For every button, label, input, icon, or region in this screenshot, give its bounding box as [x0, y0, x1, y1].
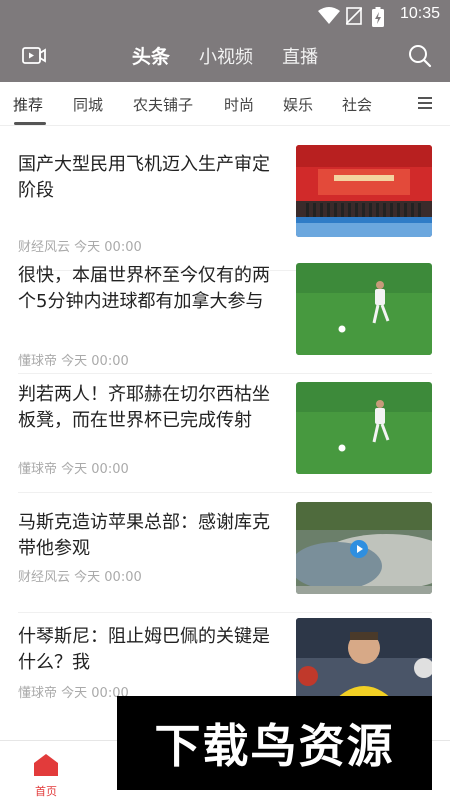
category-entertainment[interactable]: 娱乐: [283, 94, 313, 115]
tab-headlines[interactable]: 头条: [132, 42, 170, 69]
news-title[interactable]: 国产大型民用飞机迈入生产审定阶段: [18, 152, 280, 204]
battery-charging-icon: [372, 7, 384, 27]
category-farm-shop[interactable]: 农夫铺子: [133, 94, 193, 115]
news-time: 今天 00:00: [61, 462, 129, 477]
news-thumbnail[interactable]: [296, 382, 432, 474]
tab-live[interactable]: 直播: [282, 43, 318, 69]
category-fashion[interactable]: 时尚: [224, 94, 254, 115]
news-source: 懂球帝: [18, 462, 58, 477]
news-title[interactable]: 马斯克造访苹果总部：感谢库克带他参观: [18, 510, 280, 562]
nav-home-label: 首页: [35, 785, 57, 798]
play-icon[interactable]: [350, 540, 368, 558]
news-meta: 懂球帝 今天 00:00: [18, 350, 129, 369]
no-sim-icon: [346, 7, 362, 25]
news-time: 今天 00:00: [74, 240, 142, 255]
news-meta: 懂球帝 今天 00:00: [18, 458, 129, 477]
home-icon: [34, 754, 58, 776]
news-item[interactable]: 马斯克造访苹果总部：感谢库克带他参观 财经风云 今天 00:00: [18, 502, 432, 626]
news-title[interactable]: 很快，本届世界杯至今仅有的两个5分钟内进球都有加拿大参与: [18, 263, 280, 315]
news-time: 今天 00:00: [74, 570, 142, 585]
divider: [18, 612, 432, 613]
watermark-text: 下载鸟资源: [154, 719, 395, 773]
news-meta: 财经风云 今天 00:00: [18, 236, 142, 255]
stage-ceremony-image: [296, 145, 432, 237]
news-meta: 懂球帝 今天 00:00: [18, 682, 129, 701]
news-thumbnail[interactable]: [296, 145, 432, 237]
news-meta: 财经风云 今天 00:00: [18, 566, 142, 585]
category-local[interactable]: 同城: [73, 94, 103, 115]
category-society[interactable]: 社会: [342, 94, 372, 115]
nav-home[interactable]: 首页: [26, 753, 66, 799]
top-bar: 10:35 头条 小视频 直播: [0, 0, 450, 82]
news-source: 懂球帝: [18, 354, 58, 369]
divider: [18, 492, 432, 493]
divider: [18, 373, 432, 374]
news-item[interactable]: 很快，本届世界杯至今仅有的两个5分钟内进球都有加拿大参与 懂球帝 今天 00:0…: [18, 263, 432, 379]
news-title[interactable]: 什琴斯尼：阻止姆巴佩的关键是什么？我: [18, 624, 280, 676]
news-title[interactable]: 判若两人！齐耶赫在切尔西枯坐板凳，而在世界杯已完成传射: [18, 382, 280, 434]
soccer-player-image: [296, 382, 432, 474]
tab-short-video[interactable]: 小视频: [199, 43, 253, 69]
soccer-player-image: [296, 263, 432, 355]
active-category-indicator: [14, 122, 46, 125]
status-bar: 10:35: [0, 0, 450, 30]
news-source: 懂球帝: [18, 686, 58, 701]
menu-icon[interactable]: [418, 96, 432, 110]
app-header: 头条 小视频 直播: [0, 30, 450, 82]
news-source: 财经风云: [18, 240, 71, 255]
category-bar: 推荐 同城 农夫铺子 时尚 娱乐 社会: [0, 82, 450, 126]
search-icon[interactable]: [408, 44, 432, 68]
news-source: 财经风云: [18, 570, 71, 585]
news-thumbnail[interactable]: [296, 502, 432, 594]
news-item[interactable]: 判若两人！齐耶赫在切尔西枯坐板凳，而在世界杯已完成传射 懂球帝 今天 00:00: [18, 382, 432, 498]
news-item[interactable]: 国产大型民用飞机迈入生产审定阶段 财经风云 今天 00:00: [18, 145, 432, 271]
status-time: 10:35: [399, 5, 440, 22]
news-thumbnail[interactable]: [296, 263, 432, 355]
news-time: 今天 00:00: [61, 354, 129, 369]
wifi-icon: [318, 7, 340, 24]
watermark: 下载鸟资源: [117, 696, 432, 790]
category-recommend[interactable]: 推荐: [13, 94, 43, 115]
header-tabs: 头条 小视频 直播: [0, 42, 450, 69]
